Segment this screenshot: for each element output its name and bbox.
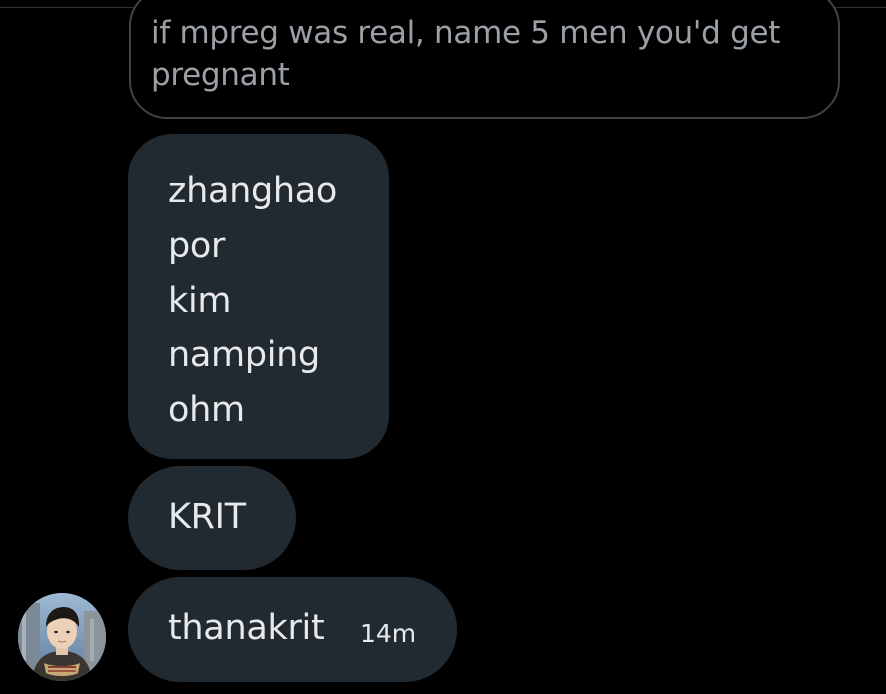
message-bubble-last[interactable]: thanakrit 14m [128, 577, 457, 682]
message-line: namping [168, 335, 320, 375]
message-line: por [168, 226, 226, 266]
message-bubble-list[interactable]: zhanghao por kim namping ohm [128, 134, 389, 459]
message-line: zhanghao [168, 171, 338, 211]
message-line: ohm [168, 390, 245, 430]
message-line: kim [168, 281, 232, 321]
message-text: KRIT [168, 497, 246, 537]
message-timestamp: 14m [360, 619, 417, 648]
quoted-message-text: if mpreg was real, name 5 men you'd get … [151, 15, 781, 93]
message-bubble-krit[interactable]: KRIT [128, 466, 296, 570]
avatar[interactable] [18, 593, 106, 681]
profile-photo-icon [18, 593, 106, 681]
message-text: thanakrit [168, 608, 325, 648]
